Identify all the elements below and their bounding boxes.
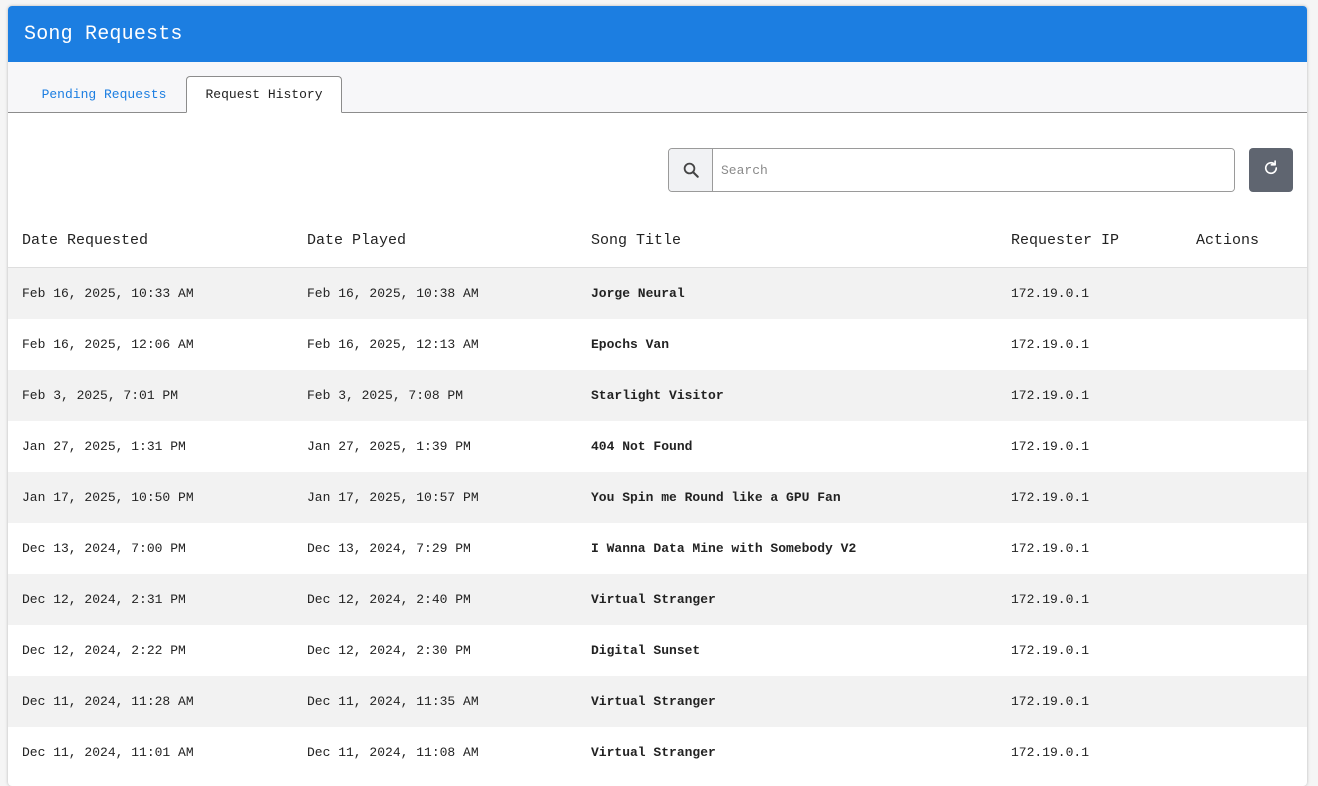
table-header-row: Date Requested Date Played Song Title Re… — [8, 213, 1307, 268]
table-row: Dec 13, 2024, 7:00 PM Dec 13, 2024, 7:29… — [8, 523, 1307, 574]
actions-cell — [1182, 319, 1307, 370]
actions-cell — [1182, 472, 1307, 523]
card-header: Song Requests — [8, 6, 1307, 62]
date-played-cell: Jan 27, 2025, 1:39 PM — [307, 439, 471, 454]
tab-request-history[interactable]: Request History — [186, 76, 342, 113]
requester-ip-cell: 172.19.0.1 — [1011, 490, 1090, 505]
requester-ip-cell: 172.19.0.1 — [1011, 439, 1090, 454]
actions-cell — [1182, 676, 1307, 727]
song-title-cell: I Wanna Data Mine with Somebody V2 — [591, 541, 857, 556]
table-row: Dec 11, 2024, 11:28 AM Dec 11, 2024, 11:… — [8, 676, 1307, 727]
refresh-button[interactable] — [1249, 148, 1293, 192]
date-played-cell: Feb 16, 2025, 10:38 AM — [307, 286, 479, 301]
date-played-cell: Dec 11, 2024, 11:08 AM — [307, 745, 479, 760]
date-played-cell: Dec 12, 2024, 2:30 PM — [307, 643, 471, 658]
date-requested-cell: Feb 16, 2025, 12:06 AM — [22, 337, 194, 352]
actions-cell — [1182, 574, 1307, 625]
requester-ip-cell: 172.19.0.1 — [1011, 643, 1090, 658]
actions-cell — [1182, 727, 1307, 778]
date-requested-cell: Dec 12, 2024, 2:31 PM — [22, 592, 186, 607]
date-played-cell: Feb 3, 2025, 7:08 PM — [307, 388, 464, 403]
song-title-cell: 404 Not Found — [591, 439, 693, 454]
column-header-requester-ip[interactable]: Requester IP — [997, 213, 1182, 268]
requester-ip-cell: 172.19.0.1 — [1011, 592, 1090, 607]
table-row: Dec 12, 2024, 2:22 PM Dec 12, 2024, 2:30… — [8, 625, 1307, 676]
refresh-icon — [1262, 159, 1280, 182]
table-row: Feb 16, 2025, 10:33 AM Feb 16, 2025, 10:… — [8, 267, 1307, 320]
table-row: Feb 3, 2025, 7:01 PM Feb 3, 2025, 7:08 P… — [8, 370, 1307, 421]
requester-ip-cell: 172.19.0.1 — [1011, 337, 1090, 352]
date-played-cell: Feb 16, 2025, 12:13 AM — [307, 337, 479, 352]
table-row: Jan 17, 2025, 10:50 PM Jan 17, 2025, 10:… — [8, 472, 1307, 523]
date-played-cell: Dec 12, 2024, 2:40 PM — [307, 592, 471, 607]
table-row: Dec 11, 2024, 11:01 AM Dec 11, 2024, 11:… — [8, 727, 1307, 778]
requester-ip-cell: 172.19.0.1 — [1011, 694, 1090, 709]
toolbar — [8, 113, 1307, 213]
date-requested-cell: Dec 13, 2024, 7:00 PM — [22, 541, 186, 556]
actions-cell — [1182, 625, 1307, 676]
date-played-cell: Dec 13, 2024, 7:29 PM — [307, 541, 471, 556]
table-row: Dec 12, 2024, 2:31 PM Dec 12, 2024, 2:40… — [8, 574, 1307, 625]
column-header-date-played[interactable]: Date Played — [293, 213, 577, 268]
search-group — [668, 148, 1235, 192]
date-requested-cell: Jan 27, 2025, 1:31 PM — [22, 439, 186, 454]
date-requested-cell: Dec 11, 2024, 11:01 AM — [22, 745, 194, 760]
date-requested-cell: Feb 3, 2025, 7:01 PM — [22, 388, 179, 403]
column-header-actions: Actions — [1182, 213, 1307, 268]
song-title-cell: Jorge Neural — [591, 286, 685, 301]
date-requested-cell: Dec 11, 2024, 11:28 AM — [22, 694, 194, 709]
song-title-cell: Epochs Van — [591, 337, 670, 352]
actions-cell — [1182, 268, 1307, 320]
page-title: Song Requests — [24, 22, 183, 46]
requester-ip-cell: 172.19.0.1 — [1011, 388, 1090, 403]
table-row: Jan 27, 2025, 1:31 PM Jan 27, 2025, 1:39… — [8, 421, 1307, 472]
search-icon — [669, 149, 713, 191]
requester-ip-cell: 172.19.0.1 — [1011, 745, 1090, 760]
column-header-date-requested[interactable]: Date Requested — [8, 213, 293, 268]
date-played-cell: Jan 17, 2025, 10:57 PM — [307, 490, 479, 505]
song-requests-card: Song Requests Pending Requests Request H… — [8, 6, 1307, 786]
tab-pending-requests[interactable]: Pending Requests — [22, 76, 186, 113]
actions-cell — [1182, 370, 1307, 421]
date-requested-cell: Jan 17, 2025, 10:50 PM — [22, 490, 194, 505]
song-title-cell: Virtual Stranger — [591, 745, 716, 760]
actions-cell — [1182, 421, 1307, 472]
date-requested-cell: Dec 12, 2024, 2:22 PM — [22, 643, 186, 658]
song-title-cell: You Spin me Round like a GPU Fan — [591, 490, 841, 505]
song-title-cell: Virtual Stranger — [591, 592, 716, 607]
song-title-cell: Starlight Visitor — [591, 388, 724, 403]
requester-ip-cell: 172.19.0.1 — [1011, 541, 1090, 556]
date-played-cell: Dec 11, 2024, 11:35 AM — [307, 694, 479, 709]
actions-cell — [1182, 523, 1307, 574]
date-requested-cell: Feb 16, 2025, 10:33 AM — [22, 286, 194, 301]
song-title-cell: Digital Sunset — [591, 643, 701, 658]
search-input[interactable] — [713, 149, 1234, 191]
tab-bar: Pending Requests Request History — [8, 62, 1307, 113]
column-header-song-title[interactable]: Song Title — [577, 213, 997, 268]
song-title-cell: Virtual Stranger — [591, 694, 716, 709]
request-history-table: Date Requested Date Played Song Title Re… — [8, 213, 1307, 778]
table-row: Feb 16, 2025, 12:06 AM Feb 16, 2025, 12:… — [8, 319, 1307, 370]
requester-ip-cell: 172.19.0.1 — [1011, 286, 1090, 301]
